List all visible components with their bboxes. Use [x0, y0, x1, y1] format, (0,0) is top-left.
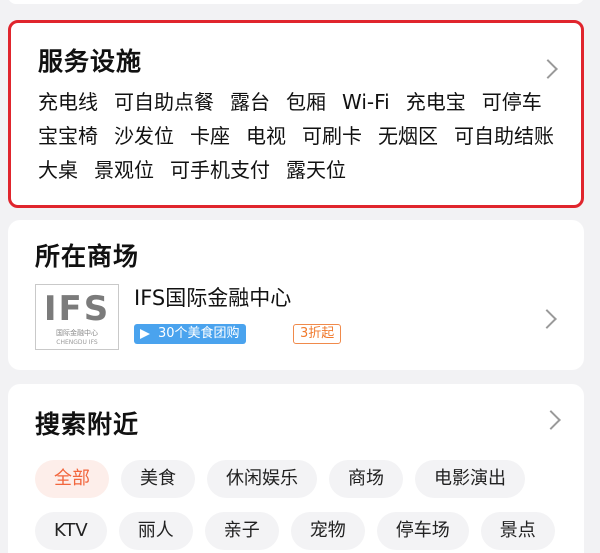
chip-mall[interactable]: 商场 [329, 460, 403, 498]
mall-logo: IFS 国际金融中心 CHENGDU IFS [35, 284, 119, 350]
facility-item: 可自助点餐 [114, 90, 214, 114]
facility-item: 无烟区 [378, 124, 438, 148]
services-card[interactable]: 服务设施 充电线 可自助点餐 露台 包厢 Wi-Fi 充电宝 可停车宝宝椅 沙发位 卡座 电视 可刷… [8, 20, 584, 208]
play-icon [140, 329, 150, 339]
services-title: 服务设施 [38, 47, 143, 76]
facility-item: 露天位 [286, 158, 346, 182]
chip-family[interactable]: 亲子 [204, 512, 279, 550]
mall-name[interactable]: IFS国际金融中心 [134, 284, 291, 312]
facility-item: 电视 [246, 124, 286, 148]
chip-all[interactable]: 全部 [35, 460, 109, 498]
page: 服务设施 充电线 可自助点餐 露台 包厢 Wi-Fi 充电宝 可停车宝宝椅 沙发位 卡座 电视 可刷… [0, 0, 600, 553]
previous-card-edge [8, 0, 584, 4]
facility-item: 充电宝 [405, 90, 466, 114]
chip-movies[interactable]: 电影演出 [415, 460, 525, 498]
facility-item: 包厢 [286, 90, 326, 114]
facility-item: 充电线 [38, 90, 98, 114]
facility-item: 大桌 [38, 158, 78, 182]
nearby-title: 搜索附近 [35, 410, 140, 439]
chip-sights[interactable]: 景点 [480, 512, 555, 550]
facility-item: 可刷卡 [302, 124, 362, 148]
facility-item: Wi-Fi [342, 90, 390, 114]
facility-item: 景观位 [94, 158, 154, 182]
mall-card[interactable]: 所在商场 IFS 国际金融中心 CHENGDU IFS IFS国际金融中心 30… [8, 220, 584, 370]
category-chips: 全部 美食 休闲娱乐 商场 电影演出 KTV 丽人 亲子 宠物 停车场 景点 [35, 460, 584, 550]
facility-item: 可手机支付 [170, 158, 270, 182]
chip-parking[interactable]: 停车场 [376, 512, 469, 550]
facility-item: 可自助结账 [454, 124, 554, 148]
chip-beauty[interactable]: 丽人 [118, 512, 193, 550]
discount-badge: 3折起 [293, 324, 342, 344]
facility-item: 宝宝椅 [38, 124, 98, 148]
mall-logo-mark: IFS [43, 289, 111, 329]
mall-logo-caption: 国际金融中心 [56, 329, 98, 337]
chip-row: 全部 美食 休闲娱乐 商场 电影演出 [35, 460, 584, 498]
facilities-list: 充电线 可自助点餐 露台 包厢 Wi-Fi 充电宝 可停车宝宝椅 沙发位 卡座 电视 可刷卡 无烟区可… [38, 85, 570, 187]
facility-item: 卡座 [190, 124, 230, 148]
chip-leisure[interactable]: 休闲娱乐 [207, 460, 317, 498]
chip-row: KTV 丽人 亲子 宠物 停车场 景点 [35, 512, 584, 550]
chip-pets[interactable]: 宠物 [290, 512, 365, 550]
nearby-card: 搜索附近 全部 美食 休闲娱乐 商场 电影演出 KTV 丽人 亲子 宠物 停车场… [8, 384, 584, 553]
mall-row[interactable]: IFS 国际金融中心 CHENGDU IFS IFS国际金融中心 30个美食团购… [35, 284, 584, 350]
deal-badge-label: 30个美食团购 [158, 326, 240, 341]
facility-item: 沙发位 [114, 124, 174, 148]
deal-badge: 30个美食团购 [134, 324, 246, 344]
facility-item: 露台 [230, 90, 270, 114]
chip-food[interactable]: 美食 [121, 460, 195, 498]
mall-section-title: 所在商场 [35, 242, 140, 271]
chip-ktv[interactable]: KTV [35, 512, 107, 550]
mall-logo-caption-en: CHENGDU IFS [56, 339, 98, 346]
facility-item: 可停车 [481, 90, 542, 114]
